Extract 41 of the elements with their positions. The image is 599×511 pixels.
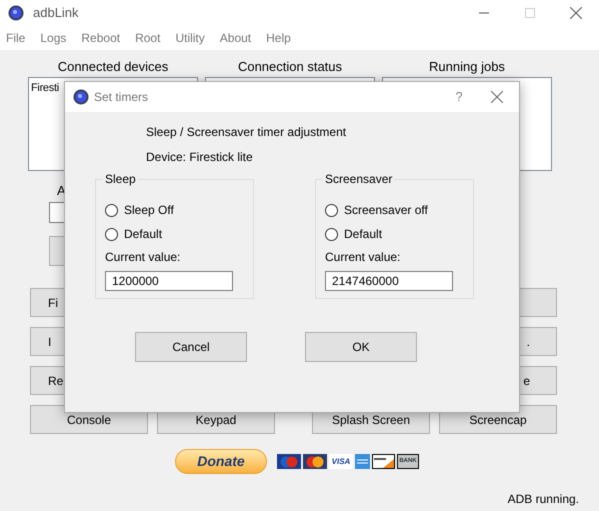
window-title: adbLink xyxy=(33,4,79,22)
card-icon xyxy=(277,454,301,469)
dialog-title: Set timers xyxy=(94,89,148,106)
input-field[interactable]: 2147460000 xyxy=(325,271,453,291)
device-label: Device: Firestick lite xyxy=(146,149,254,165)
group-title: Sleep xyxy=(103,171,138,187)
menu-item[interactable]: About xyxy=(220,29,252,47)
radio-label: Screensaver off xyxy=(344,202,428,219)
button[interactable]: Cancel xyxy=(135,332,247,362)
card-icon xyxy=(303,454,327,469)
close-icon[interactable] xyxy=(570,7,582,19)
panel-header: Connection status xyxy=(238,59,342,75)
radio-button[interactable] xyxy=(325,228,338,240)
card-icon xyxy=(372,454,395,469)
status-text: ADB running. xyxy=(508,491,579,508)
radio-label: Default xyxy=(124,226,162,243)
menu-item[interactable]: Root xyxy=(135,29,160,47)
radio-button[interactable] xyxy=(105,228,118,240)
radio-button[interactable] xyxy=(325,204,338,216)
input-field[interactable]: 1200000 xyxy=(105,271,233,291)
donate-button[interactable]: Donate xyxy=(175,449,267,474)
radio-label: Sleep Off xyxy=(124,202,174,219)
menu-item[interactable]: Help xyxy=(266,29,291,47)
help-button[interactable]: ? xyxy=(449,87,469,107)
field-label: Current value: xyxy=(325,249,402,265)
button[interactable]: OK xyxy=(305,332,417,362)
close-button[interactable] xyxy=(491,91,503,103)
menu-item[interactable]: Utility xyxy=(175,29,205,47)
panel-header: Connected devices xyxy=(58,59,168,75)
menu-item[interactable]: Logs xyxy=(40,29,66,47)
app-logo-icon xyxy=(73,89,89,105)
panel-header: Running jobs xyxy=(429,59,505,75)
menu-item[interactable]: Reboot xyxy=(81,29,120,47)
radio-label: Default xyxy=(344,226,382,243)
visa-card-icon: VISA xyxy=(329,454,353,469)
field-label: Current value: xyxy=(105,249,182,265)
radio-button[interactable] xyxy=(105,204,118,216)
card-icon xyxy=(355,454,370,469)
menu-item[interactable]: File xyxy=(6,29,26,47)
dialog-heading: Sleep / Screensaver timer adjustment xyxy=(146,124,348,140)
app-logo-icon xyxy=(8,5,24,21)
